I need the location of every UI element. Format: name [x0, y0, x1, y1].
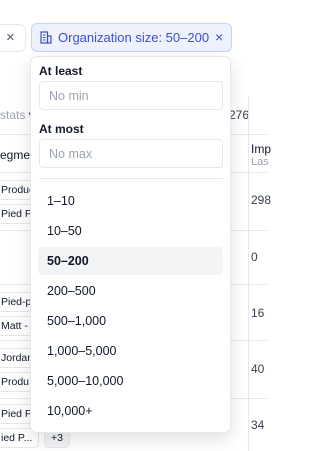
left-filter-chip[interactable]: ×: [0, 24, 26, 52]
size-option-selected[interactable]: 50–200: [38, 247, 223, 275]
at-most-label: At most: [39, 122, 84, 136]
max-size-input[interactable]: [39, 139, 223, 168]
filter-chip-label: Organization size: 50–200: [58, 30, 210, 45]
table-row-value: 34: [251, 418, 265, 432]
divider: [39, 178, 223, 179]
at-least-label: At least: [39, 64, 83, 78]
size-option[interactable]: 1–10: [38, 187, 223, 215]
close-icon[interactable]: ×: [6, 29, 15, 46]
column-header-segment[interactable]: egmer: [0, 148, 34, 162]
size-option[interactable]: 5,000–10,000: [38, 367, 223, 395]
table-row-value: 0: [251, 250, 258, 264]
size-option[interactable]: 1,000–5,000: [38, 337, 223, 365]
close-icon[interactable]: ×: [215, 29, 223, 45]
size-option[interactable]: 10–50: [38, 217, 223, 245]
organization-size-filter-chip[interactable]: Organization size: 50–200 ×: [31, 23, 232, 52]
record-count: 276: [229, 108, 250, 122]
table-row-value: 16: [251, 306, 265, 320]
size-option[interactable]: 10,000+: [38, 397, 223, 425]
column-header-imp[interactable]: Imp: [251, 142, 271, 156]
size-option[interactable]: 200–500: [38, 277, 223, 305]
min-size-input[interactable]: [39, 81, 223, 110]
table-row-value: 40: [251, 362, 265, 376]
size-option[interactable]: 500–1,000: [38, 307, 223, 335]
column-header-imp-sub: Las: [251, 156, 269, 168]
organization-size-dropdown: At least At most 1–10 10–50 50–200 200–5…: [30, 56, 231, 433]
table-row-value: 298: [251, 193, 272, 207]
building-icon: [40, 31, 52, 44]
